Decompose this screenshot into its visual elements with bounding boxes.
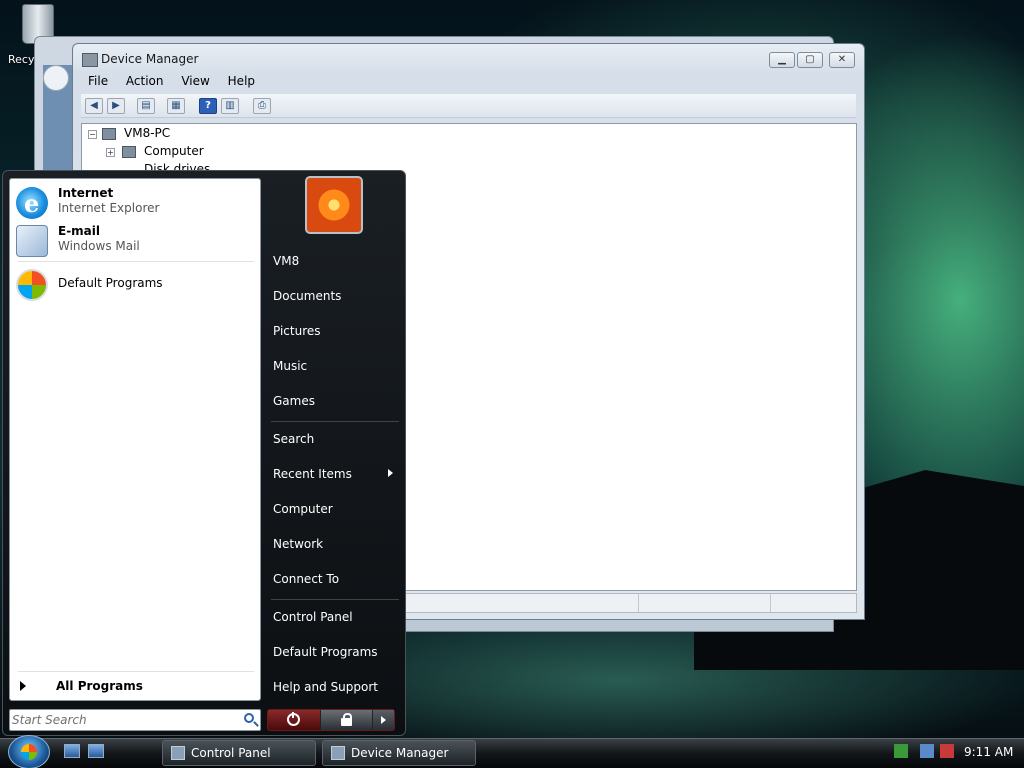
maximize-button[interactable]: ▢	[797, 52, 823, 68]
forward-arrow-icon[interactable]: ▶	[107, 98, 125, 114]
computer-icon	[102, 128, 116, 140]
menu-view[interactable]: View	[174, 72, 216, 90]
recent-default-programs[interactable]: Default Programs	[16, 267, 256, 303]
search-input[interactable]	[12, 712, 232, 728]
pinned-internet[interactable]: e Internet Internet Explorer	[16, 185, 256, 221]
toolbar: ◀ ▶ ▤ ▦ ? ▥ ⎙	[81, 94, 856, 118]
menu-item-music[interactable]: Music	[273, 354, 399, 378]
taskbar-button-control-panel[interactable]: Control Panel	[162, 740, 316, 766]
pinned-subtitle: Windows Mail	[58, 239, 140, 253]
volume-muted-icon[interactable]	[940, 744, 954, 758]
user-picture[interactable]	[305, 176, 363, 234]
search-icon[interactable]	[244, 713, 254, 723]
menu-file[interactable]: File	[81, 72, 115, 90]
menu-bar: File Action View Help	[81, 72, 856, 92]
pinned-title: E-mail	[58, 224, 101, 238]
lock-button[interactable]	[320, 710, 372, 730]
menu-item-vm8[interactable]: VM8	[273, 249, 399, 273]
tree-root[interactable]: VM8-PC	[124, 126, 170, 140]
expand-icon[interactable]: +	[106, 148, 115, 157]
title-bar[interactable]: Device Manager ▁ ▢ ✕	[73, 44, 864, 74]
menu-item-control-panel[interactable]: Control Panel	[273, 605, 399, 629]
internet-explorer-icon: e	[16, 187, 48, 219]
switch-windows-icon[interactable]	[88, 744, 104, 758]
scan-hardware-icon[interactable]: ⎙	[253, 98, 271, 114]
power-button[interactable]	[268, 710, 320, 730]
windows-logo-icon	[21, 744, 37, 760]
menu-item-default-programs[interactable]: Default Programs	[273, 640, 399, 664]
close-button[interactable]: ✕	[829, 52, 855, 68]
network-icon[interactable]	[920, 744, 934, 758]
menu-item-search[interactable]: Search	[273, 427, 399, 451]
recent-items-label: Recent Items	[273, 467, 352, 481]
default-programs-icon	[16, 269, 48, 301]
tree-item-computer[interactable]: Computer	[144, 144, 204, 158]
menu-item-games[interactable]: Games	[273, 389, 399, 413]
recent-label: Default Programs	[58, 276, 163, 290]
window-title: Device Manager	[101, 52, 199, 66]
taskbar	[0, 738, 1024, 768]
view-icon[interactable]: ▥	[221, 98, 239, 114]
taskbar-button-label: Device Manager	[351, 746, 449, 760]
clock[interactable]: 9:11 AM	[964, 745, 1013, 759]
pinned-title: Internet	[58, 186, 114, 200]
menu-item-network[interactable]: Network	[273, 532, 399, 556]
recycle-bin-label: Recy	[8, 53, 35, 66]
show-hide-tree-icon[interactable]: ▤	[137, 98, 155, 114]
menu-item-documents[interactable]: Documents	[273, 284, 399, 308]
menu-help[interactable]: Help	[221, 72, 262, 90]
divider	[271, 599, 399, 600]
divider	[18, 261, 254, 262]
menu-item-recent-items[interactable]: Recent Items	[273, 462, 399, 486]
collapse-icon[interactable]: −	[88, 130, 97, 139]
all-programs-label: All Programs	[56, 679, 143, 693]
menu-action[interactable]: Action	[119, 72, 171, 90]
arrow-right-icon	[381, 716, 386, 724]
lock-icon	[341, 713, 352, 726]
submenu-arrow-icon	[388, 469, 393, 477]
control-panel-icon	[171, 746, 185, 760]
device-manager-icon	[331, 746, 345, 760]
security-center-icon[interactable]	[894, 744, 908, 758]
menu-item-computer[interactable]: Computer	[273, 497, 399, 521]
divider	[271, 421, 399, 422]
taskbar-button-label: Control Panel	[191, 746, 271, 760]
power-icon	[287, 712, 300, 726]
help-icon[interactable]: ?	[199, 98, 217, 114]
start-button[interactable]	[8, 735, 50, 768]
start-search-box[interactable]	[9, 709, 261, 731]
properties-icon[interactable]: ▦	[167, 98, 185, 114]
monitor-icon	[122, 146, 136, 158]
device-manager-icon	[82, 53, 98, 67]
menu-item-pictures[interactable]: Pictures	[273, 319, 399, 343]
minimize-button[interactable]: ▁	[769, 52, 795, 68]
menu-item-help-and-support[interactable]: Help and Support	[273, 675, 399, 699]
shutdown-options-button[interactable]	[372, 710, 394, 730]
back-arrow-icon[interactable]: ◀	[85, 98, 103, 114]
taskbar-button-device-manager[interactable]: Device Manager	[322, 740, 476, 766]
pinned-subtitle: Internet Explorer	[58, 201, 160, 215]
show-desktop-icon[interactable]	[64, 744, 80, 758]
back-button[interactable]	[43, 65, 69, 91]
divider	[18, 671, 254, 672]
programs-pane: e Internet Internet Explorer E-mail Wind…	[9, 178, 261, 701]
start-menu: e Internet Internet Explorer E-mail Wind…	[2, 170, 406, 736]
all-programs-button[interactable]: All Programs	[20, 679, 250, 697]
pinned-email[interactable]: E-mail Windows Mail	[16, 223, 256, 259]
windows-mail-icon	[16, 225, 48, 257]
arrow-right-icon	[20, 681, 26, 691]
power-controls	[267, 709, 395, 731]
menu-item-connect-to[interactable]: Connect To	[273, 567, 399, 591]
